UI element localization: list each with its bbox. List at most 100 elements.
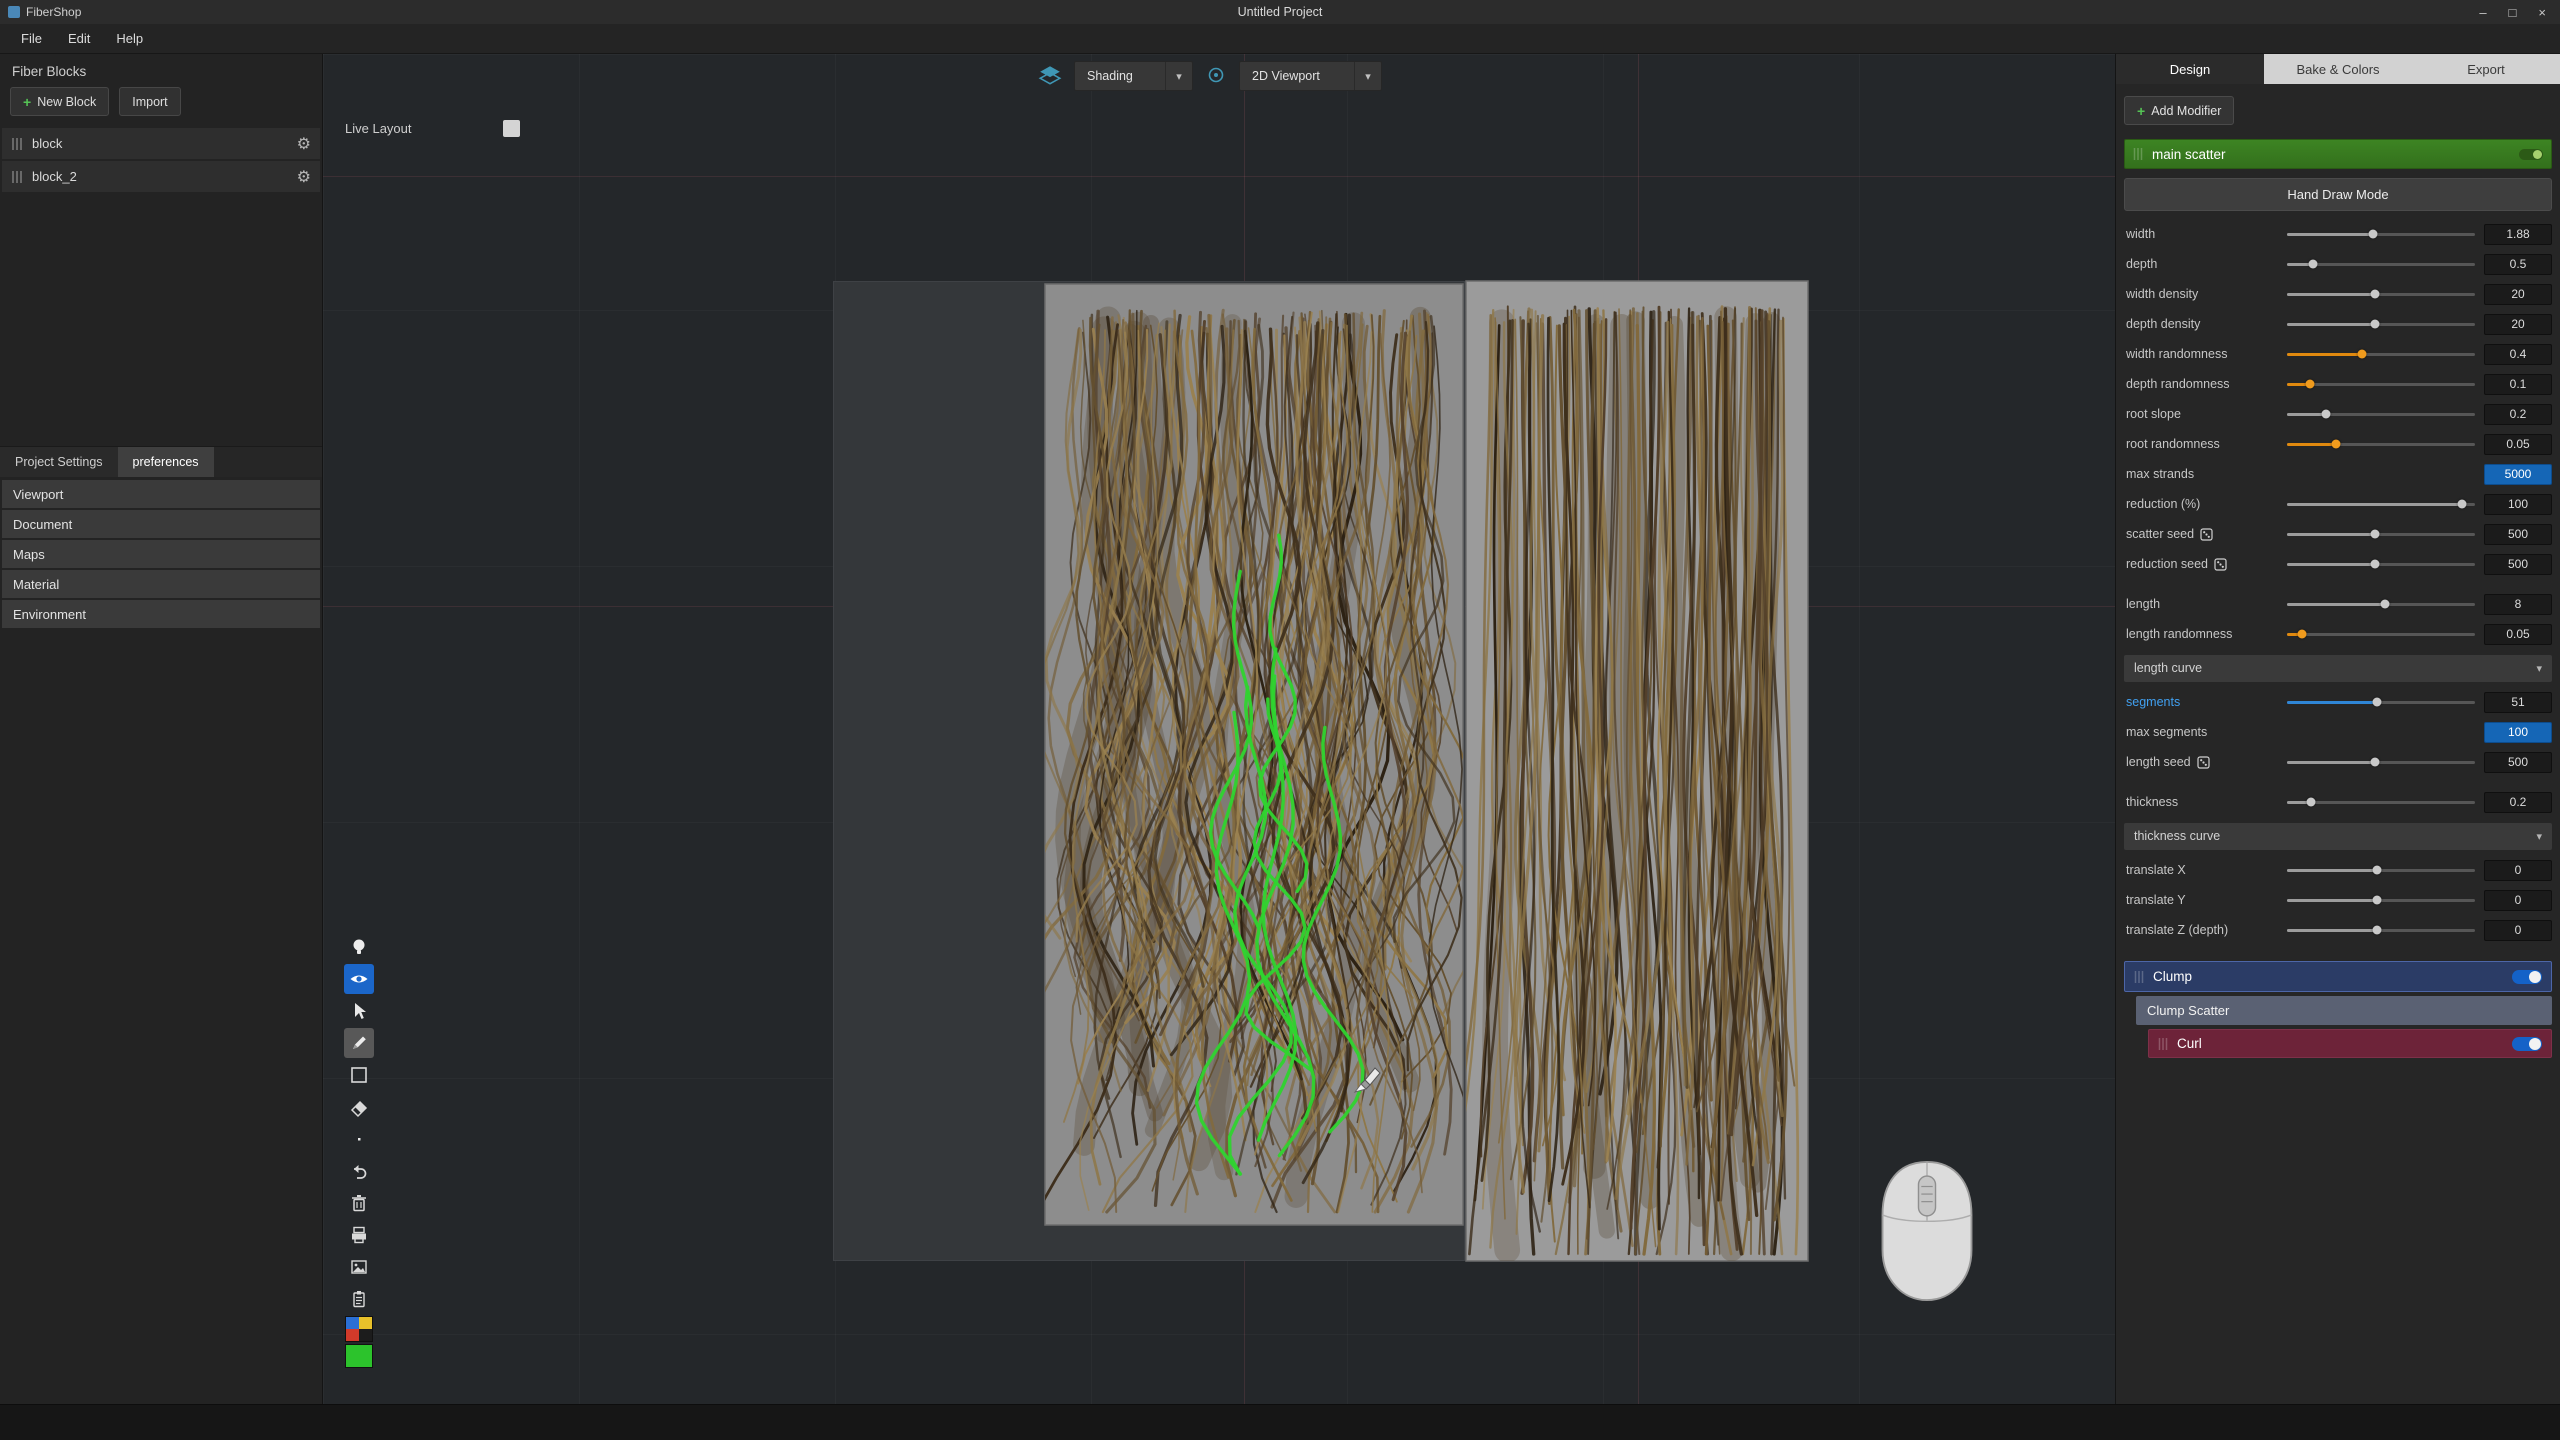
slider-handle[interactable]	[2371, 290, 2380, 299]
add-modifier-button[interactable]: + Add Modifier	[2124, 96, 2234, 125]
slider-width[interactable]	[2287, 219, 2475, 249]
slider-track[interactable]	[2287, 383, 2475, 386]
slider-scatter-seed[interactable]	[2287, 519, 2475, 549]
value-length-randomness[interactable]: 0.05	[2484, 624, 2552, 645]
value-length[interactable]: 8	[2484, 594, 2552, 615]
fiber-block-row[interactable]: block ⚙	[2, 128, 320, 159]
value-reduction-seed[interactable]: 500	[2484, 554, 2552, 575]
dice-icon[interactable]	[2214, 558, 2227, 571]
slider-handle[interactable]	[2373, 896, 2382, 905]
slider-handle[interactable]	[2371, 320, 2380, 329]
swatch-black[interactable]	[359, 1329, 372, 1341]
slider-handle[interactable]	[2369, 230, 2378, 239]
value-width-randomness[interactable]: 0.4	[2484, 344, 2552, 365]
value-width[interactable]: 1.88	[2484, 224, 2552, 245]
value-max-strands[interactable]: 5000	[2484, 464, 2552, 485]
slider-segments[interactable]	[2287, 687, 2475, 717]
dice-icon[interactable]	[2197, 756, 2210, 769]
eraser-tool[interactable]	[344, 1092, 374, 1122]
new-block-button[interactable]: +New Block	[10, 87, 109, 116]
modifier-header-clump-scatter[interactable]: Clump Scatter	[2136, 996, 2552, 1025]
drag-handle-icon[interactable]	[11, 137, 23, 151]
clump-toggle[interactable]	[2512, 970, 2542, 984]
viewport-mode-dropdown[interactable]: 2D Viewport ▾	[1239, 61, 1382, 91]
slider-thickness[interactable]	[2287, 787, 2475, 817]
view-tool[interactable]	[344, 964, 374, 994]
slider-length-seed[interactable]	[2287, 747, 2475, 777]
pref-item-environment[interactable]: Environment	[2, 600, 320, 628]
value-translate-z-depth[interactable]: 0	[2484, 920, 2552, 941]
slider-handle[interactable]	[2371, 560, 2380, 569]
dropdown-length-curve[interactable]: length curve▾	[2124, 655, 2552, 682]
slider-root-randomness[interactable]	[2287, 429, 2475, 459]
hand-draw-mode-button[interactable]: Hand Draw Mode	[2124, 178, 2552, 211]
value-segments[interactable]: 51	[2484, 692, 2552, 713]
value-max-segments[interactable]: 100	[2484, 722, 2552, 743]
pref-item-viewport[interactable]: Viewport	[2, 480, 320, 508]
rectangle-tool[interactable]	[344, 1060, 374, 1090]
slider-translate-x[interactable]	[2287, 855, 2475, 885]
minimize-button[interactable]: –	[2479, 5, 2486, 20]
undo-tool[interactable]	[344, 1156, 374, 1186]
slider-reduction-seed[interactable]	[2287, 549, 2475, 579]
viewport-2d[interactable]: Shading ▾ 2D Viewport ▾ Live Layout	[323, 54, 2115, 1404]
tab-bake-colors[interactable]: Bake & Colors	[2264, 54, 2412, 84]
slider-handle[interactable]	[2371, 530, 2380, 539]
image-tool[interactable]	[344, 1252, 374, 1282]
drag-handle-icon[interactable]	[11, 170, 23, 184]
color-swatches[interactable]	[345, 1316, 373, 1342]
slider-track[interactable]	[2287, 633, 2475, 636]
slider-width-randomness[interactable]	[2287, 339, 2475, 369]
menu-file[interactable]: File	[8, 24, 55, 54]
value-scatter-seed[interactable]: 500	[2484, 524, 2552, 545]
printer-tool[interactable]	[344, 1220, 374, 1250]
live-layout-checkbox[interactable]	[503, 120, 520, 137]
drag-handle-icon[interactable]	[2134, 970, 2144, 984]
slider-handle[interactable]	[2322, 410, 2331, 419]
value-thickness[interactable]: 0.2	[2484, 792, 2552, 813]
select-tool[interactable]	[344, 996, 374, 1026]
clipboard-tool[interactable]	[344, 1284, 374, 1314]
swatch-yellow[interactable]	[359, 1317, 372, 1329]
draw-tool[interactable]	[344, 1028, 374, 1058]
slider-width-density[interactable]	[2287, 279, 2475, 309]
value-reduction[interactable]: 100	[2484, 494, 2552, 515]
slider-length-randomness[interactable]	[2287, 619, 2475, 649]
slider-translate-y[interactable]	[2287, 885, 2475, 915]
modifier-header-main-scatter[interactable]: main scatter	[2124, 139, 2552, 169]
fiber-block-row[interactable]: block_2 ⚙	[2, 161, 320, 192]
slider-root-slope[interactable]	[2287, 399, 2475, 429]
modifier-header-clump[interactable]: Clump	[2124, 961, 2552, 992]
import-button[interactable]: Import	[119, 87, 180, 116]
menu-help[interactable]: Help	[103, 24, 156, 54]
pref-item-material[interactable]: Material	[2, 570, 320, 598]
slider-handle[interactable]	[2371, 758, 2380, 767]
value-translate-y[interactable]: 0	[2484, 890, 2552, 911]
shading-dropdown[interactable]: Shading ▾	[1074, 61, 1193, 91]
drag-handle-icon[interactable]	[2133, 147, 2143, 161]
modifier-header-curl[interactable]: Curl	[2148, 1029, 2552, 1058]
slider-handle[interactable]	[2373, 698, 2382, 707]
gear-icon[interactable]: ⚙	[297, 134, 311, 154]
slider-handle[interactable]	[2380, 600, 2389, 609]
slider-handle[interactable]	[2298, 630, 2307, 639]
slider-handle[interactable]	[2457, 500, 2466, 509]
value-root-randomness[interactable]: 0.05	[2484, 434, 2552, 455]
value-depth[interactable]: 0.5	[2484, 254, 2552, 275]
swatch-blue[interactable]	[346, 1317, 359, 1329]
slider-handle[interactable]	[2358, 350, 2367, 359]
swatch-red[interactable]	[346, 1329, 359, 1341]
dice-icon[interactable]	[2200, 528, 2213, 541]
value-depth-randomness[interactable]: 0.1	[2484, 374, 2552, 395]
value-length-seed[interactable]: 500	[2484, 752, 2552, 773]
slider-length[interactable]	[2287, 589, 2475, 619]
close-button[interactable]: ×	[2538, 5, 2546, 20]
pref-item-maps[interactable]: Maps	[2, 540, 320, 568]
slider-handle[interactable]	[2331, 440, 2340, 449]
slider-depth-density[interactable]	[2287, 309, 2475, 339]
trash-tool[interactable]	[344, 1188, 374, 1218]
slider-handle[interactable]	[2373, 866, 2382, 875]
light-tool[interactable]	[344, 932, 374, 962]
drag-handle-icon[interactable]	[2158, 1037, 2168, 1051]
tab-design[interactable]: Design	[2116, 54, 2264, 84]
